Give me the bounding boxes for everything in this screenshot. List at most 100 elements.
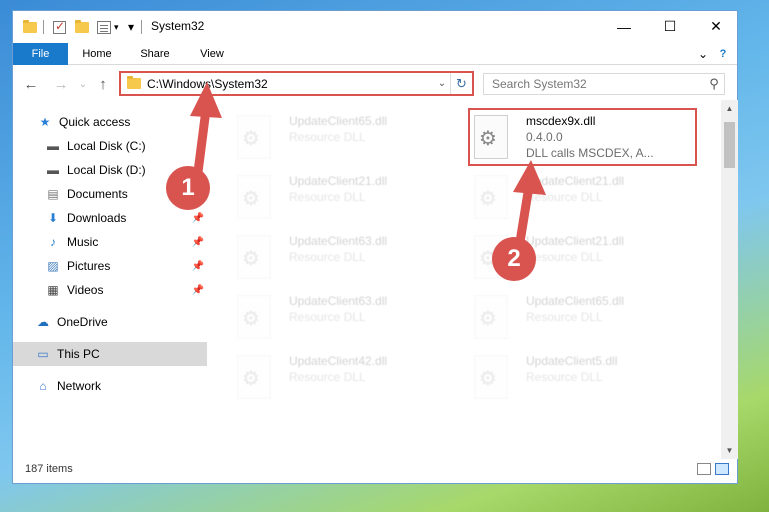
tab-share[interactable]: Share: [129, 43, 181, 65]
sidebar-item-network[interactable]: ⌂ Network: [13, 374, 207, 398]
customize-toolbar-chevron-icon[interactable]: ▾: [114, 19, 119, 35]
title-separator: [141, 19, 142, 35]
title-bar: ▾ ▾ System32 — ☐ ✕: [13, 11, 737, 43]
tab-file[interactable]: File: [13, 43, 68, 65]
pin-icon[interactable]: 📌: [189, 261, 207, 272]
video-icon: ▦: [47, 283, 59, 297]
pin-icon[interactable]: 📌: [189, 285, 207, 296]
dll-file-icon: [474, 175, 508, 219]
search-input[interactable]: Search System32: [492, 77, 704, 91]
network-icon: ⌂: [39, 379, 47, 393]
help-icon[interactable]: ?: [713, 43, 733, 65]
minimize-button[interactable]: —: [601, 11, 647, 42]
file-type: Resource DLL: [289, 130, 366, 144]
new-folder-icon[interactable]: [75, 19, 89, 35]
list-item[interactable]: UpdateClient63.dll Resource DLL: [233, 229, 458, 285]
sidebar-item-label: OneDrive: [57, 315, 108, 329]
file-name: UpdateClient42.dll: [289, 354, 388, 368]
sidebar-item-quick-access[interactable]: ★ Quick access: [13, 110, 207, 134]
list-item[interactable]: UpdateClient42.dll Resource DLL: [233, 349, 458, 405]
dll-file-icon: [474, 355, 508, 399]
document-icon: ▤: [47, 187, 59, 201]
dll-file-icon: [474, 295, 508, 339]
pin-icon[interactable]: 📌: [189, 213, 207, 224]
list-item[interactable]: UpdateClient65.dll Resource DLL: [470, 289, 695, 345]
details-view-icon[interactable]: [697, 463, 711, 475]
chevron-down-icon[interactable]: ⌄: [434, 78, 450, 89]
pictures-icon: ▨: [47, 259, 59, 273]
sidebar-item-label: Quick access: [59, 115, 131, 129]
file-type: Resource DLL: [289, 250, 366, 264]
scroll-up-icon[interactable]: ▲: [721, 100, 738, 117]
address-bar[interactable]: C:\Windows\System32 ⌄ ↻: [119, 71, 474, 96]
file-name: UpdateClient21.dll: [526, 174, 625, 188]
tab-view[interactable]: View: [187, 43, 237, 65]
status-item-count: 187 items: [25, 463, 73, 475]
ribbon-tabs: File Home Share View ⌄ ?: [13, 43, 737, 65]
refresh-icon[interactable]: ↻: [450, 73, 472, 94]
drive-icon: ▬: [47, 139, 59, 153]
list-item[interactable]: UpdateClient63.dll Resource DLL: [233, 289, 458, 345]
sidebar-item-onedrive[interactable]: ☁ OneDrive: [13, 310, 207, 334]
back-arrow-icon[interactable]: ←: [21, 74, 41, 94]
sidebar-item-downloads[interactable]: ⬇ Downloads 📌: [13, 206, 207, 230]
sidebar-item-pictures[interactable]: ▨ Pictures 📌: [13, 254, 207, 278]
sidebar-item-local-disk-c[interactable]: ▬ Local Disk (C:): [13, 134, 207, 158]
dll-file-icon: [237, 295, 271, 339]
folder-icon: [23, 19, 37, 35]
search-icon[interactable]: ⚲: [704, 76, 724, 92]
file-type: Resource DLL: [289, 370, 366, 384]
list-item[interactable]: UpdateClient65.dll Resource DLL: [233, 109, 458, 165]
maximize-button[interactable]: ☐: [647, 11, 693, 42]
properties-check-icon[interactable]: [53, 19, 66, 35]
file-name: UpdateClient65.dll: [289, 114, 388, 128]
file-name: UpdateClient21.dll: [289, 174, 388, 188]
file-name: UpdateClient63.dll: [289, 294, 388, 308]
sidebar-item-label: Network: [57, 379, 102, 393]
scroll-thumb[interactable]: [724, 122, 735, 168]
pin-icon[interactable]: 📌: [189, 237, 207, 248]
address-path[interactable]: C:\Windows\System32: [147, 77, 434, 91]
sidebar-item-this-pc[interactable]: ▭ This PC: [13, 342, 207, 366]
sidebar-item-label: Downloads: [67, 211, 127, 225]
navigation-pane: ★ Quick access ▬ Local Disk (C:) ▬ Local…: [13, 107, 207, 459]
drive-icon: ▬: [47, 163, 59, 177]
tiles-view-icon[interactable]: [715, 463, 729, 475]
file-type: Resource DLL: [526, 370, 603, 384]
list-item[interactable]: UpdateClient5.dll Resource DLL: [470, 349, 695, 405]
dll-file-icon: [237, 355, 271, 399]
sidebar-item-videos[interactable]: ▦ Videos 📌: [13, 278, 207, 302]
file-name: UpdateClient21.dll: [526, 234, 625, 248]
recent-locations-icon[interactable]: ⌄: [73, 74, 93, 94]
window-title: System32: [151, 19, 205, 33]
list-item[interactable]: UpdateClient21.dll Resource DLL: [470, 169, 695, 225]
star-icon: ★: [39, 115, 51, 129]
dll-file-icon: [237, 235, 271, 279]
explorer-window: ▾ ▾ System32 — ☐ ✕ File Home Share View …: [12, 10, 738, 484]
dll-file-icon: [237, 175, 271, 219]
close-button[interactable]: ✕: [693, 11, 739, 42]
sidebar-item-label: Videos: [67, 283, 104, 297]
file-type: Resource DLL: [526, 190, 603, 204]
forward-arrow-icon[interactable]: →: [51, 74, 71, 94]
vertical-scrollbar[interactable]: ▲ ▼: [721, 100, 738, 459]
up-arrow-icon[interactable]: ↑: [93, 74, 113, 94]
scroll-down-icon[interactable]: ▼: [721, 442, 738, 459]
highlight-box-file: [468, 108, 697, 166]
step-badge-1: 1: [166, 166, 210, 210]
qa-dropdown-icon[interactable]: ▾: [128, 19, 134, 35]
sidebar-item-music[interactable]: ♪ Music 📌: [13, 230, 207, 254]
ribbon-expand-icon[interactable]: ⌄: [693, 43, 713, 65]
file-name: UpdateClient65.dll: [526, 294, 625, 308]
cloud-icon: ☁: [37, 315, 49, 329]
list-item[interactable]: UpdateClient21.dll Resource DLL: [233, 169, 458, 225]
file-type: Resource DLL: [526, 250, 603, 264]
tab-home[interactable]: Home: [71, 43, 123, 65]
search-box[interactable]: Search System32 ⚲: [483, 73, 725, 95]
properties-icon[interactable]: [97, 19, 111, 35]
sidebar-item-label: Local Disk (C:): [67, 139, 146, 153]
file-name: UpdateClient5.dll: [526, 354, 618, 368]
address-folder-icon: [127, 76, 141, 89]
step-badge-2: 2: [492, 237, 536, 281]
sidebar-item-label: Music: [67, 235, 99, 249]
